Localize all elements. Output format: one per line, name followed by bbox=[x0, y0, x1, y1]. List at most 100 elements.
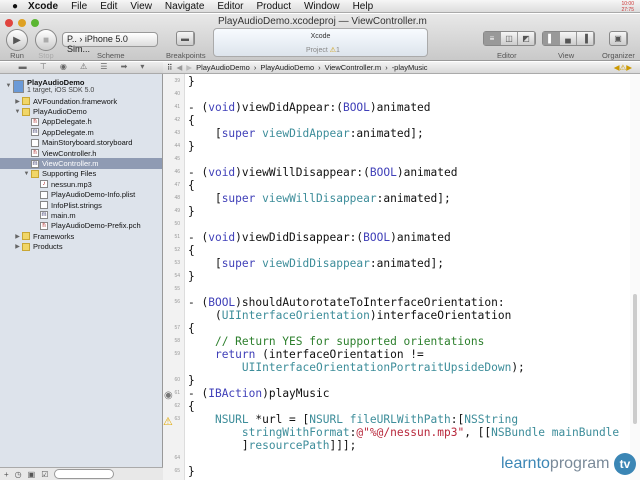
navigator-item[interactable]: m AppDelegate.m bbox=[0, 127, 162, 137]
disclosure-icon[interactable]: ▼ bbox=[4, 83, 13, 89]
jump-file[interactable]: ViewController.m bbox=[325, 63, 382, 72]
menu-editor[interactable]: Editor bbox=[217, 1, 243, 12]
navigator-toggle-icon[interactable]: ▌ bbox=[543, 32, 560, 45]
navigator-item[interactable]: ▼ PlayAudioDemo 1 target, iOS SDK 5.0 bbox=[0, 76, 162, 96]
recent-icon[interactable]: ◷ bbox=[15, 470, 22, 479]
view-label: View bbox=[558, 51, 575, 60]
code-token: - ( bbox=[188, 387, 209, 400]
navigator-item[interactable]: ▼ PlayAudioDemo bbox=[0, 106, 162, 116]
version-editor-icon[interactable]: ◩ bbox=[518, 32, 535, 45]
stop-label: Stop bbox=[38, 51, 54, 60]
breakpoint-icon: ▬ bbox=[177, 32, 194, 45]
disclosure-icon[interactable]: ▶ bbox=[13, 233, 22, 240]
assistant-editor-icon[interactable]: ◫ bbox=[501, 32, 518, 45]
navigator-item[interactable]: h ViewController.h bbox=[0, 148, 162, 158]
issue-stepper-icon[interactable]: ◀⚠▶ bbox=[614, 63, 632, 72]
project-navigator-icon[interactable]: ▬ bbox=[19, 62, 27, 73]
menu-navigate[interactable]: Navigate bbox=[165, 1, 204, 12]
filter-input[interactable] bbox=[54, 469, 115, 479]
navigator-item[interactable]: MainStoryboard.storyboard bbox=[0, 138, 162, 148]
navigator-item[interactable]: m main.m bbox=[0, 210, 162, 220]
code-line: } bbox=[188, 270, 195, 283]
debug-navigator-icon[interactable]: ☰ bbox=[100, 62, 107, 73]
standard-editor-icon[interactable]: ≡ bbox=[484, 32, 501, 45]
log-navigator-icon[interactable]: ▾ bbox=[140, 62, 144, 73]
navigator-item[interactable]: PlayAudioDemo-Info.plist bbox=[0, 190, 162, 200]
menu-edit[interactable]: Edit bbox=[100, 1, 117, 12]
menu-help[interactable]: Help bbox=[353, 1, 374, 12]
line-number: 47 bbox=[174, 182, 180, 188]
navigator-item[interactable]: ▶ Frameworks bbox=[0, 231, 162, 241]
menu-app[interactable]: Xcode bbox=[28, 1, 58, 12]
scm-icon[interactable]: ▣ bbox=[28, 470, 36, 479]
window-title: PlayAudioDemo.xcodeproj — ViewController… bbox=[218, 16, 427, 27]
navigator-item-label: Products bbox=[33, 242, 63, 252]
minimize-icon[interactable] bbox=[18, 19, 26, 27]
utilities-toggle-icon[interactable]: ▐ bbox=[577, 32, 594, 45]
navigator-item[interactable]: ▶ AVFoundation.framework bbox=[0, 96, 162, 106]
file-icon bbox=[40, 201, 48, 210]
scheme-popup[interactable]: P.. › iPhone 5.0 Sim... bbox=[62, 32, 158, 54]
code-editor[interactable]: 39} 40 41- (void)viewDidAppear:(BOOL)anima… bbox=[174, 74, 630, 480]
code-token: :animated]; bbox=[349, 127, 424, 140]
navigator-item-label: PlayAudioDemo bbox=[33, 107, 87, 117]
line-number: 53 bbox=[174, 260, 180, 266]
stop-button[interactable]: ■ Stop bbox=[35, 29, 57, 60]
code-line: } bbox=[188, 140, 195, 153]
editor-segmented[interactable]: ≡ ◫ ◩ bbox=[483, 31, 536, 46]
disclosure-icon[interactable]: ▼ bbox=[13, 109, 22, 115]
breakpoints-button[interactable]: ▬ bbox=[176, 31, 195, 46]
zoom-icon[interactable] bbox=[31, 19, 39, 27]
navigator-item[interactable]: m ViewController.m bbox=[0, 158, 162, 169]
related-items-icon[interactable]: ⠿ bbox=[167, 63, 173, 72]
navigator-item[interactable]: ▶ Products bbox=[0, 241, 162, 251]
navigator-item[interactable]: h PlayAudioDemo-Prefix.pch bbox=[0, 221, 162, 231]
view-segmented[interactable]: ▌ ▄ ▐ bbox=[542, 31, 595, 46]
menu-window[interactable]: Window bbox=[304, 1, 340, 12]
menu-view[interactable]: View bbox=[130, 1, 152, 12]
menu-product[interactable]: Product bbox=[257, 1, 291, 12]
scrollbar[interactable] bbox=[630, 74, 640, 480]
h-icon: h bbox=[31, 117, 39, 126]
forward-icon[interactable]: ▶ bbox=[186, 63, 192, 72]
editor-label: Editor bbox=[497, 51, 517, 60]
line-number: 58 bbox=[174, 338, 180, 344]
code-line: [super viewDidAppear:animated]; bbox=[188, 127, 424, 140]
search-navigator-icon[interactable]: ◉ bbox=[60, 62, 67, 73]
organizer-button[interactable]: ▣ bbox=[609, 31, 628, 46]
code-token: fileURLWithPath bbox=[349, 413, 451, 426]
code-token: super bbox=[221, 257, 256, 270]
disclosure-icon[interactable]: ▶ bbox=[13, 98, 22, 105]
navigator-item[interactable]: ♪ nessun.mp3 bbox=[0, 179, 162, 189]
line-number: 46 bbox=[174, 169, 180, 175]
run-button[interactable]: ▶ Run bbox=[6, 29, 28, 60]
project-icon bbox=[13, 79, 24, 93]
code-token: } bbox=[188, 465, 195, 478]
breakpoint-navigator-icon[interactable]: ➡ bbox=[121, 62, 128, 73]
code-line: { bbox=[188, 114, 195, 127]
navigator-item[interactable]: ▼ Supporting Files bbox=[0, 169, 162, 179]
navigator-item-label: Frameworks bbox=[33, 231, 75, 241]
jump-group[interactable]: PlayAudioDemo bbox=[260, 63, 314, 72]
navigator-item[interactable]: InfoPlist.strings bbox=[0, 200, 162, 210]
disclosure-icon[interactable]: ▶ bbox=[13, 243, 22, 250]
code-token: return bbox=[214, 348, 256, 361]
symbol-navigator-icon[interactable]: ⊤ bbox=[40, 62, 47, 73]
menu-file[interactable]: File bbox=[71, 1, 87, 12]
disclosure-icon[interactable]: ▼ bbox=[22, 171, 31, 177]
apple-icon[interactable]: ● bbox=[12, 1, 18, 12]
scroll-thumb[interactable] bbox=[633, 294, 637, 424]
code-token: NSBundle bbox=[491, 426, 546, 439]
debug-toggle-icon[interactable]: ▄ bbox=[560, 32, 577, 45]
jump-project[interactable]: PlayAudioDemo bbox=[196, 63, 250, 72]
code-line: - (IBAction)playMusic bbox=[188, 387, 329, 400]
add-icon[interactable]: + bbox=[4, 470, 9, 479]
close-icon[interactable] bbox=[5, 19, 13, 27]
navigator-item[interactable]: h AppDelegate.h bbox=[0, 117, 162, 127]
issue-navigator-icon[interactable]: ⚠ bbox=[80, 62, 87, 73]
edited-icon[interactable]: ☑ bbox=[41, 470, 48, 479]
jump-method[interactable]: -playMusic bbox=[392, 63, 428, 72]
back-icon[interactable]: ◀ bbox=[177, 63, 183, 72]
